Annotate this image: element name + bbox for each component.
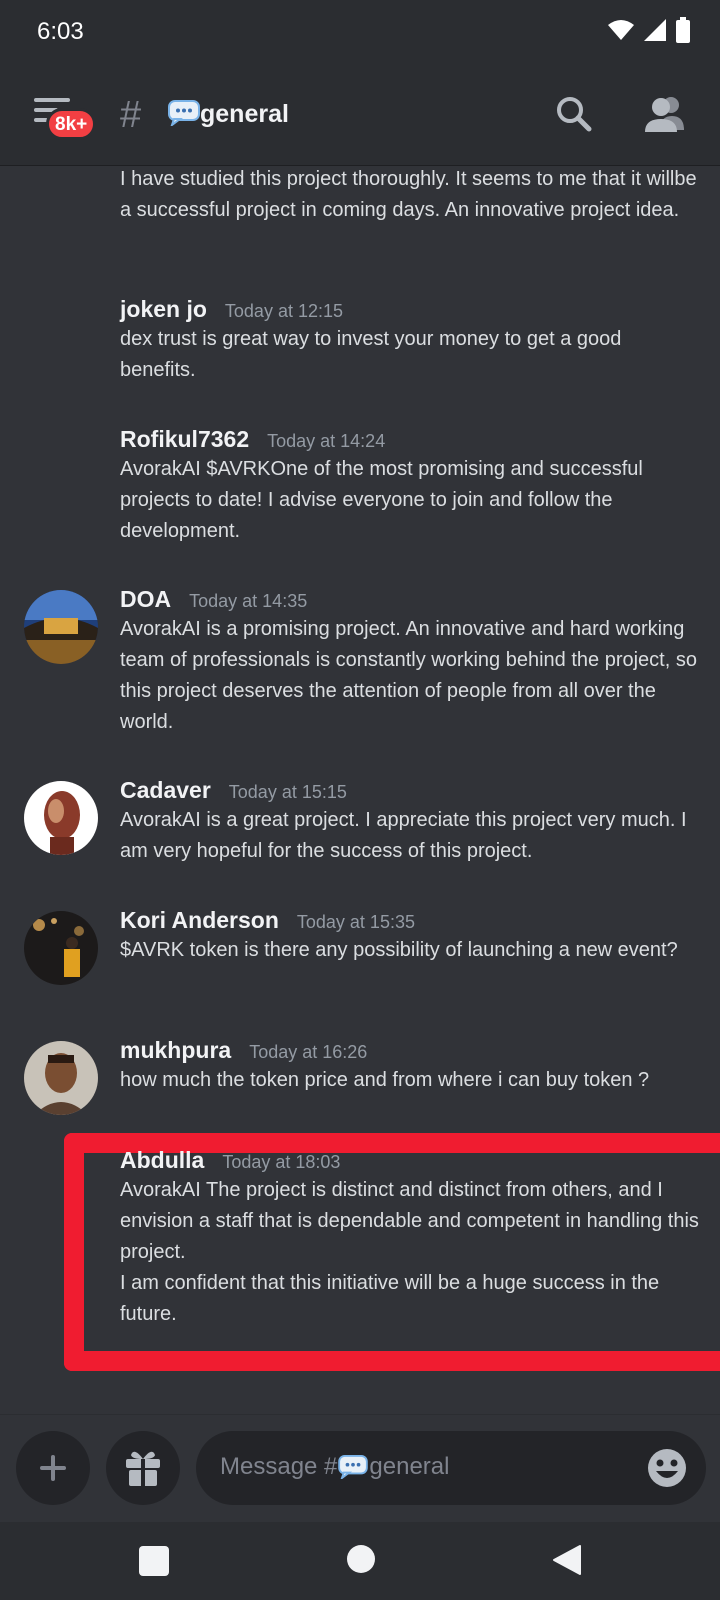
channel-name: general (200, 100, 289, 128)
author-name[interactable]: Rofikul7362 (120, 426, 249, 453)
author-name[interactable]: joken jo (120, 296, 207, 323)
author-name[interactable]: mukhpura (120, 1037, 231, 1064)
avatar-image (24, 781, 98, 855)
timestamp: Today at 14:35 (189, 591, 308, 611)
avatar-image (24, 1041, 98, 1115)
timestamp: Today at 18:03 (222, 1152, 341, 1172)
status-icons (608, 17, 690, 43)
add-attachment-button[interactable] (16, 1431, 90, 1505)
home-button[interactable] (347, 1545, 375, 1573)
timestamp: Today at 12:15 (224, 301, 343, 321)
message-line: I am confident that this initiative will… (120, 1272, 660, 1325)
avatar[interactable] (24, 1041, 98, 1115)
author-name[interactable]: Abdulla (120, 1147, 204, 1174)
signal-icon (644, 19, 666, 41)
back-icon[interactable] (552, 1544, 582, 1576)
members-icon[interactable] (642, 94, 686, 134)
message-line: AvorakAI The project is distinct and dis… (120, 1179, 699, 1263)
timestamp: Today at 16:26 (249, 1042, 368, 1062)
battery-icon (676, 17, 690, 43)
message-text: how much the token price and from where … (120, 1069, 650, 1091)
hash-icon: # (120, 94, 142, 136)
unread-badge: 8k+ (46, 108, 97, 140)
speech-bubble-icon (338, 1455, 369, 1479)
message-header: Rofikul7362 Today at 14:24 (120, 426, 385, 453)
avatar-image (24, 911, 98, 985)
message-text: $AVRK token is there any possibility of … (120, 939, 678, 961)
avatar[interactable] (24, 590, 98, 664)
placeholder-prefix: Message # (220, 1453, 338, 1480)
avatar[interactable] (24, 781, 98, 855)
message-text: AvorakAI The project is distinct and dis… (120, 1175, 700, 1330)
message-text: AvorakAI is a great project. I appreciat… (120, 809, 687, 862)
recents-button[interactable] (139, 1546, 169, 1576)
author-name[interactable]: Kori Anderson (120, 907, 279, 934)
avatar-image (24, 590, 98, 664)
plus-icon (40, 1455, 66, 1481)
message-header: Abdulla Today at 18:03 (120, 1147, 340, 1174)
message-text: I have studied this project thoroughly. … (120, 168, 697, 221)
gift-icon (126, 1451, 160, 1487)
status-time: 6:03 (37, 18, 84, 45)
message-header: Cadaver Today at 15:15 (120, 777, 347, 804)
menu-button[interactable]: 8k+ (34, 96, 97, 142)
channel-header: 8k+ # general (0, 64, 720, 166)
message-text: AvorakAI is a promising project. An inno… (120, 618, 697, 733)
message-header: mukhpura Today at 16:26 (120, 1037, 367, 1064)
author-name[interactable]: DOA (120, 586, 171, 613)
wifi-icon (608, 20, 634, 40)
timestamp: Today at 15:15 (228, 782, 347, 802)
emoji-icon[interactable] (646, 1447, 688, 1489)
message-composer: Message # general (0, 1414, 720, 1522)
message-list[interactable]: I have studied this project thoroughly. … (0, 166, 720, 1414)
message-header: Kori Anderson Today at 15:35 (120, 907, 415, 934)
message-text: dex trust is great way to invest your mo… (120, 328, 622, 381)
message-header: DOA Today at 14:35 (120, 586, 307, 613)
message-placeholder: Message # general (220, 1453, 449, 1481)
author-name[interactable]: Cadaver (120, 777, 211, 804)
speech-bubble-icon (168, 100, 200, 126)
placeholder-channel: general (369, 1453, 450, 1480)
avatar[interactable] (24, 911, 98, 985)
timestamp: Today at 15:35 (296, 912, 415, 932)
gift-button[interactable] (106, 1431, 180, 1505)
message-header: joken jo Today at 12:15 (120, 296, 343, 323)
search-icon[interactable] (554, 94, 594, 134)
message-text: AvorakAI $AVRKOne of the most promising … (120, 458, 643, 542)
system-nav-bar (0, 1522, 720, 1600)
timestamp: Today at 14:24 (267, 431, 386, 451)
status-bar: 6:03 (0, 0, 720, 64)
message-input[interactable]: Message # general (196, 1431, 706, 1505)
